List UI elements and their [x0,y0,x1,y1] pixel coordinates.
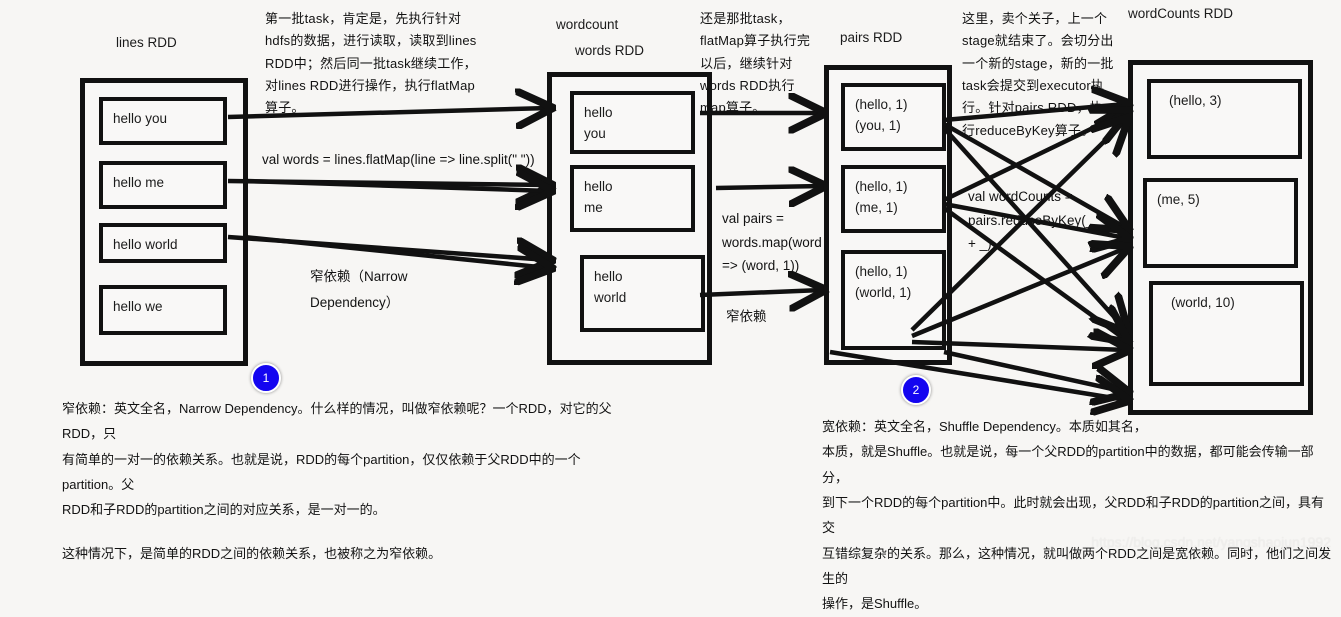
label-narrow-dependency-short: 窄依赖 [726,309,767,324]
rdd-container-lines: hello you hello me hello world hello we [80,78,248,366]
partition-line: hello [584,105,613,120]
badge-1[interactable]: 1 [251,363,281,393]
diagram-canvas: lines RDD wordcount words RDD pairs RDD … [0,0,1341,611]
partition-line: world [594,289,627,305]
partition-line: hello you [113,111,168,126]
arrow-words2-pairs2 [715,186,822,188]
note-stage: 这里，卖个关子，上一个stage就结束了。会切分出一个新的stage，新的一批t… [962,11,1114,138]
partition-line: (hello, 1) [855,97,908,112]
paragraph-line: 宽依赖：英文全名，Shuffle Dependency。本质如其名， [822,419,1147,434]
partition-words-0: hello you [570,91,695,154]
partition-pairs-2: (hello, 1) (world, 1) [841,250,946,350]
partition-line: you [584,125,606,141]
arrow-shuffle-p3-w3b [943,349,1126,392]
partition-line: hello [584,179,613,194]
partition-line: (you, 1) [855,117,901,133]
code-map: val pairs = words.map(word => (word, 1)) [722,211,822,274]
note-flatmap: 第一批task，肯定是，先执行针对hdfs的数据，进行读取，读取到lines R… [265,11,477,116]
paragraph-line: 本质，就是Shuffle。也就是说，每一个父RDD的partition中的数据，… [822,444,1314,485]
partition-line: hello world [113,237,178,252]
paragraph-narrow-dependency: 窄依赖：英文全名，Narrow Dependency。什么样的情况，叫做窄依赖呢… [62,396,632,566]
arrow-words3-pairs3 [699,290,822,295]
arrow-lines2-words2 [227,181,549,185]
rdd-container-word-counts: (hello, 3) (me, 5) (world, 10) [1128,60,1313,415]
label-lines-rdd: lines RDD [116,35,177,50]
partition-lines-3: hello we [99,285,227,335]
partition-line: (hello, 1) [855,179,908,194]
partition-pairs-1: (hello, 1) (me, 1) [841,165,946,233]
partition-line: (hello, 3) [1169,93,1222,108]
paragraph-line: 有简单的一对一的依赖关系。也就是说，RDD的每个partition，仅仅依赖于父… [62,451,581,493]
partition-wordcounts-0: (hello, 3) [1147,79,1302,159]
partition-words-2: hello world [580,255,705,332]
partition-words-1: hello me [570,165,695,232]
partition-line: (hello, 1) [855,264,908,279]
partition-line: (world, 10) [1171,295,1235,310]
label-wordcount: wordcount [556,17,619,32]
rdd-container-words: hello you hello me hello world [547,72,712,365]
partition-pairs-0: (hello, 1) (you, 1) [841,83,946,151]
paragraph-line: 操作，是Shuffle。 [822,596,928,612]
label-word-counts-rdd: wordCounts RDD [1128,6,1234,21]
watermark: https://blog.csdn.net/yangshaojun1992 [1091,534,1331,550]
partition-line: hello we [113,299,163,314]
arrow-lines3-words3 [227,234,549,260]
label-pairs-rdd: pairs RDD [840,30,903,45]
code-reduce-by-key: val wordCounts = pairs.reduceByKey(_ + _… [968,189,1094,252]
label-words-rdd: words RDD [575,43,645,58]
arrow-lines2-words2b [246,181,549,191]
partition-line: (me, 1) [855,199,898,215]
partition-wordcounts-1: (me, 5) [1143,178,1298,268]
note-map: 还是那批task，flatMap算子执行完以后，继续针对words RDD执行m… [700,11,811,116]
paragraph-line: 这种情况下，是简单的RDD之间的依赖关系，也被称之为窄依赖。 [62,545,442,561]
partition-lines-2: hello world [99,223,227,263]
label-narrow-dependency-inline: 窄依赖（Narrow Dependency） [310,269,408,310]
partition-wordcounts-2: (world, 10) [1149,281,1304,386]
partition-line: (world, 1) [855,284,912,300]
paragraph-line: 窄依赖：英文全名，Narrow Dependency。什么样的情况，叫做窄依赖呢… [62,401,612,442]
rdd-container-pairs: (hello, 1) (you, 1) (hello, 1) (me, 1) (… [824,65,952,365]
partition-lines-1: hello me [99,161,227,209]
partition-lines-0: hello you [99,97,227,145]
paragraph-line: RDD和子RDD的partition之间的对应关系，是一对一的。 [62,502,386,518]
partition-line: hello me [113,175,165,190]
partition-line: hello [594,269,623,284]
paragraph-wide-dependency: 宽依赖：英文全名，Shuffle Dependency。本质如其名， 本质，就是… [822,414,1332,617]
partition-line: (me, 5) [1157,192,1200,207]
badge-2[interactable]: 2 [901,375,931,405]
partition-line: me [584,199,603,215]
code-flatmap: val words = lines.flatMap(line => line.s… [262,152,535,167]
